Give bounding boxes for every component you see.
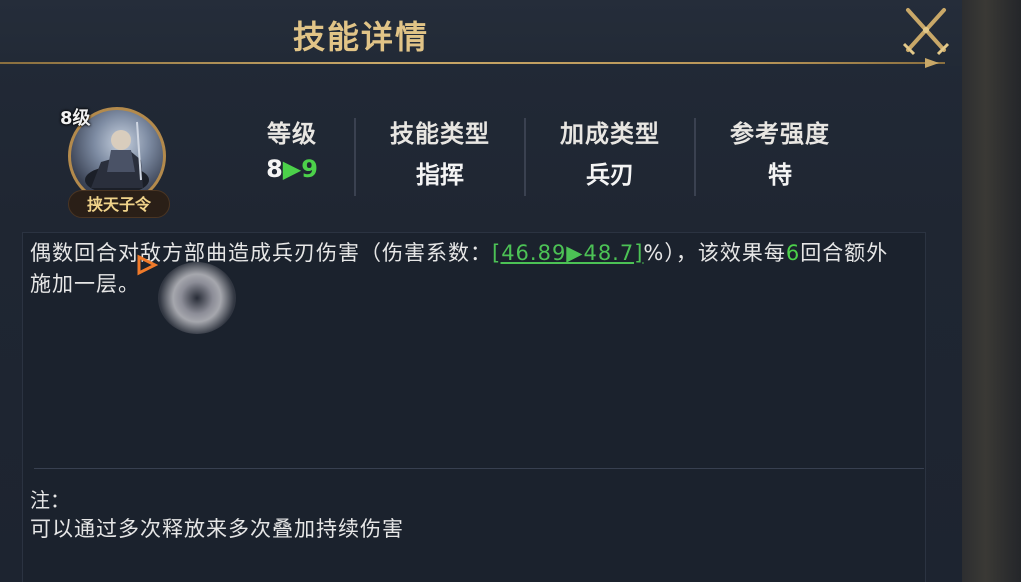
skill-detail-panel: 技能详情 8级 挟天子令 等级 8▶9 技能类型 指挥 加成类型 兵刃 参考强度… [0, 0, 962, 582]
hero-level: 8级 [60, 108, 91, 129]
page-title: 技能详情 [293, 18, 430, 56]
stat-level: 等级 8▶9 [232, 114, 352, 183]
arrow-right-icon: ▶ [282, 155, 302, 183]
stat-label: 技能类型 [390, 120, 490, 148]
stat-bonus-type: 加成类型 兵刃 [526, 114, 694, 190]
note-divider [34, 468, 924, 469]
stat-label: 参考强度 [730, 120, 830, 148]
stat-value: 8▶9 [232, 155, 352, 183]
hero-avatar[interactable]: 8级 挟天子令 [58, 102, 178, 222]
divider-tip [925, 58, 939, 68]
level-next: 9 [301, 155, 318, 183]
stat-skill-type: 技能类型 指挥 [356, 114, 524, 190]
stat-strength: 参考强度 特 [696, 114, 864, 190]
background-scene [962, 0, 1021, 582]
hero-name: 挟天子令 [68, 190, 170, 218]
touch-indicator [158, 262, 236, 334]
damage-coefficient-link[interactable]: [46.89▶48.7] [492, 241, 643, 265]
pointer-cursor-icon [137, 254, 158, 276]
stat-value: 兵刃 [586, 161, 634, 189]
stat-value: 特 [768, 161, 792, 189]
description-text: %），该效果每 [643, 241, 786, 265]
panel-header: 技能详情 [0, 0, 962, 66]
crossed-swords-icon [902, 8, 950, 56]
header-divider [0, 62, 945, 64]
stat-label: 加成类型 [560, 120, 660, 148]
stat-label: 等级 [267, 120, 317, 148]
level-current: 8 [266, 155, 283, 183]
stat-value: 指挥 [416, 161, 464, 189]
note-label: 注： [30, 488, 70, 512]
close-button[interactable] [898, 4, 954, 58]
description-text: 偶数回合对敌方部曲造成兵刃伤害（伤害系数： [30, 241, 492, 265]
note-text: 可以通过多次释放来多次叠加持续伤害 [30, 517, 404, 541]
rounds-value: 6 [785, 241, 801, 265]
